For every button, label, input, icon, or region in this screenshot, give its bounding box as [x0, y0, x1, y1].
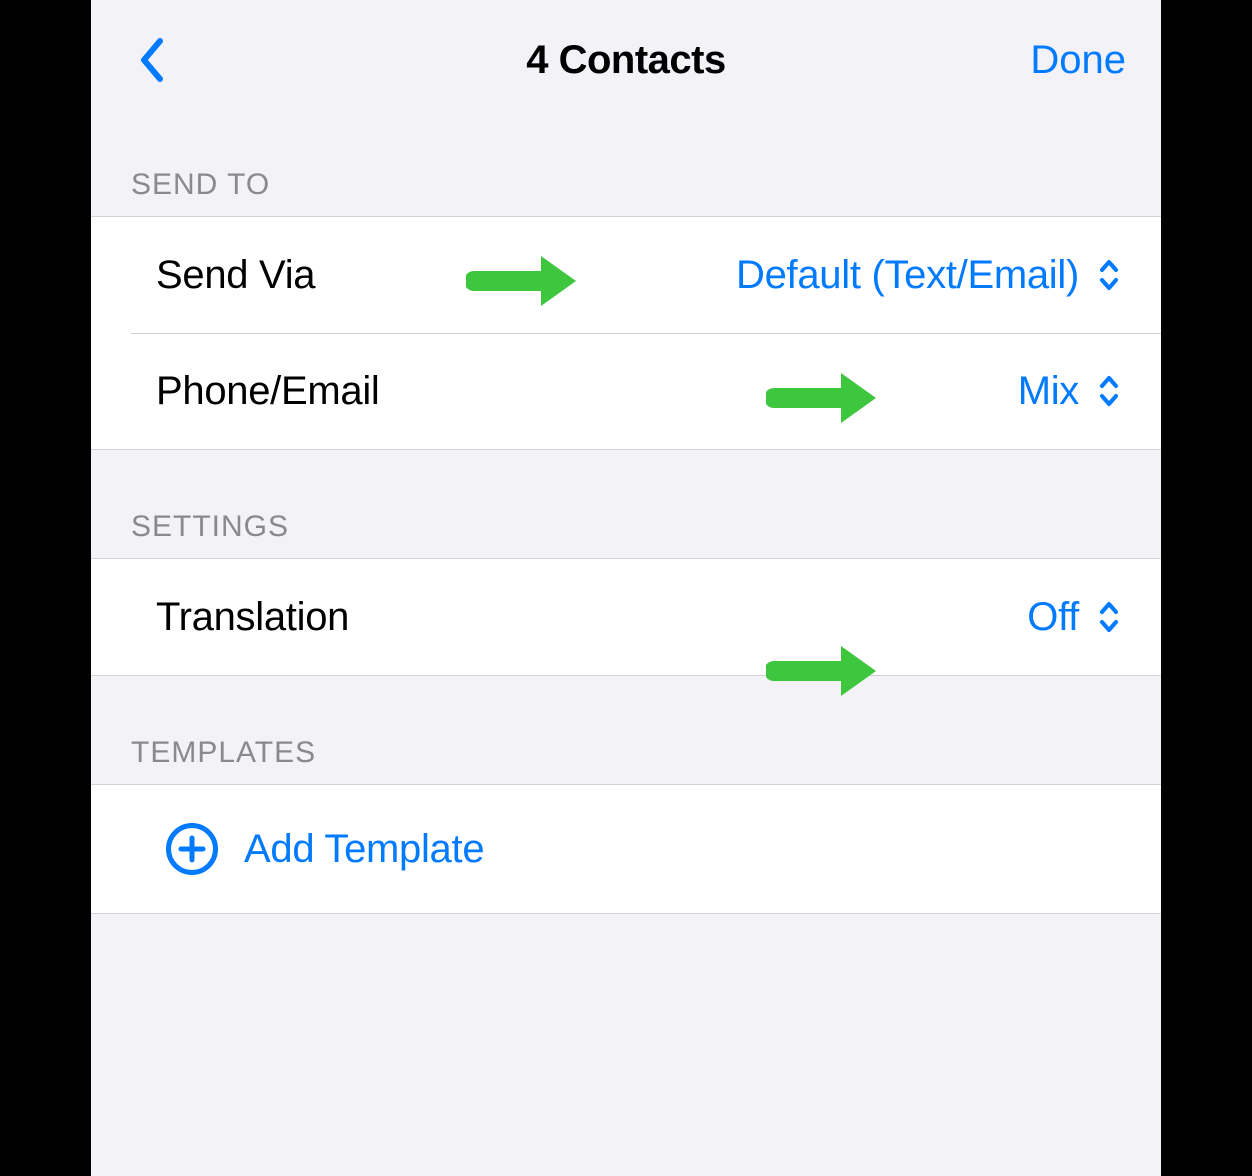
row-value-wrap: Mix: [1018, 369, 1121, 414]
row-send-via[interactable]: Send Via Default (Text/Email): [91, 217, 1161, 333]
add-template-label: Add Template: [244, 827, 484, 872]
updown-icon: [1097, 256, 1121, 294]
row-label: Translation: [156, 595, 349, 640]
list-group-settings: Translation Off: [91, 558, 1161, 676]
row-value: Default (Text/Email): [736, 253, 1079, 298]
plus-circle-icon: [166, 823, 218, 875]
updown-icon: [1097, 372, 1121, 410]
row-label: Phone/Email: [156, 369, 380, 414]
row-label: Send Via: [156, 253, 315, 298]
done-button[interactable]: Done: [1030, 38, 1126, 83]
row-value-wrap: Default (Text/Email): [736, 253, 1121, 298]
row-value: Off: [1027, 595, 1079, 640]
chevron-left-icon: [138, 37, 164, 83]
page-title: 4 Contacts: [526, 38, 726, 83]
row-translation[interactable]: Translation Off: [91, 559, 1161, 675]
section-header-templates: TEMPLATES: [91, 676, 1161, 784]
list-group-send-to: Send Via Default (Text/Email) Phone/Emai…: [91, 216, 1161, 450]
add-template-button[interactable]: Add Template: [91, 784, 1161, 914]
back-button[interactable]: [126, 35, 176, 85]
updown-icon: [1097, 598, 1121, 636]
row-value-wrap: Off: [1027, 595, 1121, 640]
section-header-settings: SETTINGS: [91, 450, 1161, 558]
row-phone-email[interactable]: Phone/Email Mix: [91, 333, 1161, 449]
screen: 4 Contacts Done SEND TO Send Via Default…: [91, 0, 1161, 1176]
row-value: Mix: [1018, 369, 1079, 414]
nav-bar: 4 Contacts Done: [91, 0, 1161, 120]
section-header-send-to: SEND TO: [91, 120, 1161, 216]
